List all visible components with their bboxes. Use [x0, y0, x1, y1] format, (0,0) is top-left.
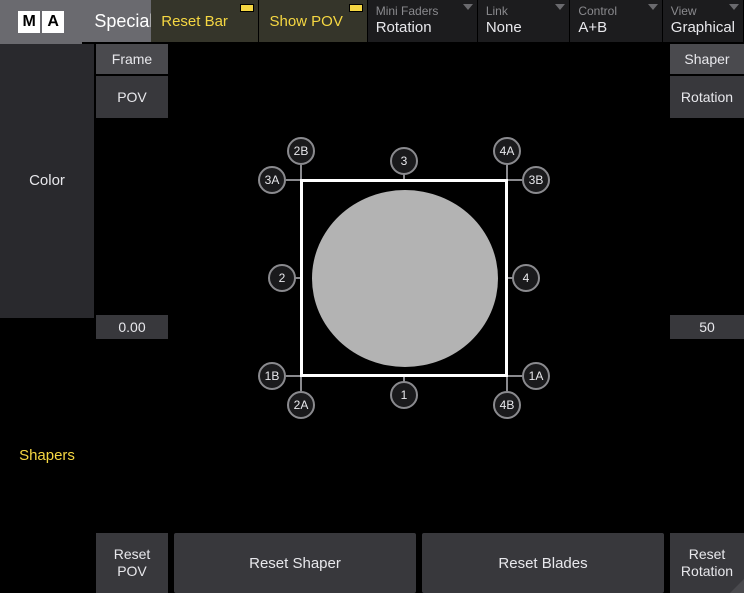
- frame-value[interactable]: 0.00: [96, 313, 168, 341]
- shaper-header[interactable]: Shaper: [670, 44, 744, 76]
- reset-bar-label: Reset Bar: [161, 13, 228, 30]
- frame-fader-track[interactable]: [96, 120, 168, 313]
- sidebar-item-label: Color: [29, 172, 65, 189]
- sidebar-item-shapers[interactable]: Shapers: [0, 319, 94, 593]
- handle-4a[interactable]: 4A: [493, 137, 521, 165]
- toggle-indicator-icon: [349, 4, 363, 12]
- handle-2a[interactable]: 2A: [287, 391, 315, 419]
- bottom-buttons: Reset Shaper Reset Blades: [170, 533, 668, 593]
- stem: [508, 179, 522, 181]
- window-title: Special: [82, 0, 151, 42]
- mini-faders-dropdown[interactable]: Mini Faders Rotation: [368, 0, 478, 42]
- reset-bar-button[interactable]: Reset Bar: [151, 0, 259, 42]
- sidebar-item-color[interactable]: Color: [0, 44, 94, 319]
- reset-rotation-l1: Reset: [689, 546, 726, 563]
- stem: [286, 179, 300, 181]
- stem: [300, 377, 302, 391]
- frame-column: Frame POV 0.00 Reset POV: [94, 44, 170, 593]
- toggle-indicator-icon: [240, 4, 254, 12]
- dropdown-value: None: [486, 18, 561, 38]
- shaper-sub[interactable]: Rotation: [670, 76, 744, 120]
- reset-pov-l1: Reset: [114, 546, 151, 563]
- reset-blades-label: Reset Blades: [498, 555, 587, 572]
- dropdown-value: Graphical: [671, 18, 735, 38]
- reset-shaper-button[interactable]: Reset Shaper: [174, 533, 416, 593]
- top-bar: M A Special Reset Bar Show POV Mini Fade…: [0, 0, 744, 44]
- stem: [300, 165, 302, 179]
- handle-3[interactable]: 3: [390, 147, 418, 175]
- body: Color Shapers Frame POV 0.00 Reset POV: [0, 44, 744, 593]
- shaper-lower-track[interactable]: [670, 341, 744, 529]
- chevron-down-icon: [463, 4, 473, 10]
- handle-4[interactable]: 4: [512, 264, 540, 292]
- shaper-fader-track[interactable]: [670, 120, 744, 313]
- handle-2[interactable]: 2: [268, 264, 296, 292]
- shaper-canvas: 2B 3 4A 3A 3B 2 4 1B 1A 2A 1 4B Reset Sh…: [170, 44, 668, 593]
- frame-sub[interactable]: POV: [96, 76, 168, 120]
- frame-header[interactable]: Frame: [96, 44, 168, 76]
- view-dropdown[interactable]: View Graphical: [663, 0, 744, 42]
- logo-m: M: [18, 11, 40, 33]
- dropdown-label: Mini Faders: [376, 4, 469, 18]
- resize-handle-icon[interactable]: [730, 579, 744, 593]
- logo[interactable]: M A: [0, 0, 82, 44]
- reset-shaper-label: Reset Shaper: [249, 555, 341, 572]
- handle-1[interactable]: 1: [390, 381, 418, 409]
- reset-rotation-l2: Rotation: [681, 563, 733, 580]
- stem: [506, 165, 508, 179]
- stem: [286, 375, 300, 377]
- beam-circle: [312, 190, 498, 367]
- dropdown-label: View: [671, 4, 735, 18]
- reset-pov-l2: POV: [117, 563, 147, 580]
- show-pov-label: Show POV: [269, 13, 342, 30]
- stem: [506, 377, 508, 391]
- handle-1a[interactable]: 1A: [522, 362, 550, 390]
- handle-3b[interactable]: 3B: [522, 166, 550, 194]
- app-root: M A Special Reset Bar Show POV Mini Fade…: [0, 0, 744, 593]
- dropdown-label: Control: [578, 4, 653, 18]
- logo-a: A: [42, 11, 64, 33]
- handle-2b[interactable]: 2B: [287, 137, 315, 165]
- chevron-down-icon: [648, 4, 658, 10]
- dropdown-value: A+B: [578, 18, 653, 38]
- handle-3a[interactable]: 3A: [258, 166, 286, 194]
- link-dropdown[interactable]: Link None: [478, 0, 570, 42]
- dropdown-label: Link: [486, 4, 561, 18]
- dropdown-value: Rotation: [376, 18, 469, 38]
- handle-4b[interactable]: 4B: [493, 391, 521, 419]
- reset-pov-button[interactable]: Reset POV: [96, 533, 168, 593]
- show-pov-button[interactable]: Show POV: [259, 0, 367, 42]
- reset-blades-button[interactable]: Reset Blades: [422, 533, 664, 593]
- frame-lower-track[interactable]: [96, 341, 168, 529]
- shaper-column: Shaper Rotation 50 Reset Rotation: [668, 44, 744, 593]
- control-dropdown[interactable]: Control A+B: [570, 0, 662, 42]
- stem: [508, 375, 522, 377]
- sidebar-item-label: Shapers: [19, 447, 75, 464]
- chevron-down-icon: [729, 4, 739, 10]
- chevron-down-icon: [555, 4, 565, 10]
- sidebar: Color Shapers: [0, 44, 94, 593]
- stage[interactable]: 2B 3 4A 3A 3B 2 4 1B 1A 2A 1 4B: [170, 44, 668, 525]
- handle-1b[interactable]: 1B: [258, 362, 286, 390]
- shaper-value[interactable]: 50: [670, 313, 744, 341]
